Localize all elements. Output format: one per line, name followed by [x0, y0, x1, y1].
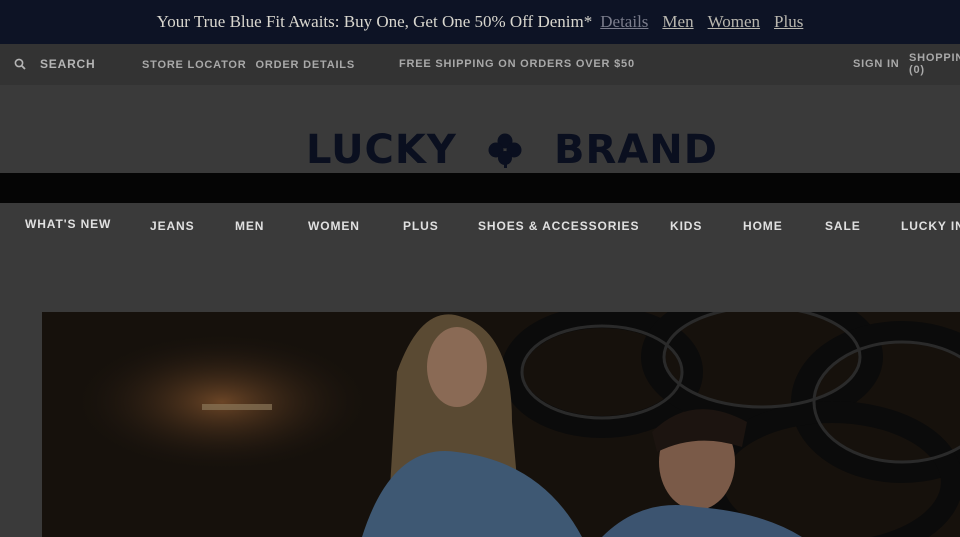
logo-word-brand: BRAND [554, 127, 718, 173]
search-icon [14, 58, 26, 70]
promo-link-men[interactable]: Men [662, 12, 693, 32]
main-navigation: WHAT'S NEW JEANS MEN WOMEN PLUS SHOES & … [0, 203, 960, 249]
shopping-bag-link[interactable]: SHOPPIN (0) [909, 52, 960, 76]
header-divider-bar [0, 173, 960, 203]
shopping-bag-label: SHOPPIN [909, 52, 960, 64]
free-shipping-notice: FREE SHIPPING ON ORDERS OVER $50 [399, 58, 635, 70]
nav-item-men[interactable]: MEN [235, 219, 264, 233]
search-button[interactable]: SEARCH [14, 57, 95, 71]
nav-item-shoes-accessories[interactable]: SHOES & ACCESSORIES [478, 219, 639, 233]
nav-item-sale[interactable]: SALE [825, 219, 861, 233]
nav-item-whats-new[interactable]: WHAT'S NEW [25, 217, 111, 231]
brand-logo[interactable]: LUCKY BRAND [306, 127, 718, 173]
promo-link-women[interactable]: Women [708, 12, 760, 32]
shopping-bag-count: (0) [909, 64, 925, 76]
store-locator-link[interactable]: STORE LOCATOR [142, 59, 247, 71]
nav-item-lucky-in[interactable]: LUCKY IN [901, 219, 960, 233]
search-label: SEARCH [40, 57, 96, 71]
promo-message: Your True Blue Fit Awaits: Buy One, Get … [156, 12, 593, 31]
promo-bar: Your True Blue Fit Awaits: Buy One, Get … [0, 0, 960, 44]
nav-item-home[interactable]: HOME [743, 219, 783, 233]
nav-item-kids[interactable]: KIDS [670, 219, 702, 233]
nav-item-plus[interactable]: PLUS [403, 219, 439, 233]
nav-item-women[interactable]: WOMEN [308, 219, 360, 233]
order-details-link[interactable]: ORDER DETAILS [256, 59, 355, 71]
sign-in-link[interactable]: SIGN IN [853, 58, 900, 70]
promo-details-link[interactable]: Details [600, 12, 648, 32]
clover-icon [485, 130, 525, 170]
nav-item-jeans[interactable]: JEANS [150, 219, 195, 233]
utility-bar: SEARCH STORE LOCATOR ORDER DETAILS FREE … [0, 44, 960, 85]
logo-area: LUCKY BRAND [0, 85, 960, 173]
promo-link-plus[interactable]: Plus [774, 12, 803, 32]
hero-image[interactable] [42, 312, 960, 537]
logo-word-lucky: LUCKY [306, 127, 457, 173]
